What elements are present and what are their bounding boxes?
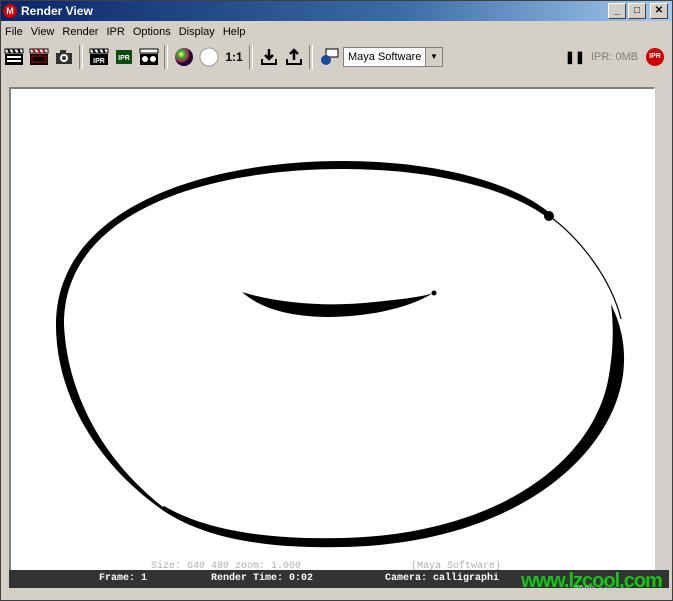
inner-end-dot [431,290,437,296]
rendered-image [56,161,625,548]
outer-ring-thin [547,214,622,320]
maya-app-icon: M [3,4,17,18]
window-title: Render View [21,4,93,18]
clapboard-icon [4,48,24,65]
chevron-down-icon: ▼ [425,48,442,66]
menu-render[interactable]: Render [58,26,102,38]
pause-icon[interactable]: ❚❚ [565,50,585,64]
renderer-value: Maya Software [348,51,422,63]
menu-bar: File View Render IPR Options Display Hel… [1,23,672,41]
render-log-button[interactable] [317,45,341,69]
ipr-clapboard-icon: IPR [89,48,109,65]
stroke-end-dot [544,211,554,221]
toolbar-separator [249,45,253,69]
log-bubble-icon [321,48,339,65]
inner-hole-stroke [242,292,433,317]
redo-render-button[interactable] [2,45,26,69]
clapboard-region-icon [29,48,49,65]
renderer-dropdown[interactable]: Maya Software ▼ [343,47,443,67]
ipr-label-2: IPR [118,55,130,62]
title-bar[interactable]: M Render View _ □ ✕ [1,1,672,21]
outer-ring-top [56,161,551,325]
menu-options[interactable]: Options [129,26,175,38]
download-arrow-icon [261,49,277,65]
menu-ipr[interactable]: IPR [102,26,128,38]
remove-image-button[interactable] [282,45,306,69]
real-size-button[interactable]: 1:1 [222,45,246,69]
render-settings-button[interactable] [137,45,161,69]
toolbar-separator [309,45,313,69]
watermark-sub: 2009.com.cn [573,585,631,596]
menu-help[interactable]: Help [219,26,250,38]
render-region-button[interactable] [27,45,51,69]
snapshot-button[interactable] [52,45,76,69]
minimize-button[interactable]: _ [608,3,626,19]
frame-number: Frame: 1 [99,573,148,584]
maximize-button[interactable]: □ [628,3,646,19]
render-view-window: M Render View _ □ ✕ File View Render IPR… [0,0,673,601]
ipr-refresh-icon: IPR [116,50,132,64]
upload-arrow-icon [286,48,302,65]
toolbar: IPR IPR 1:1 Maya Software ▼ ❚❚ IPR: 0MB … [1,42,672,72]
ipr-render-button[interactable]: IPR [87,45,111,69]
keep-image-button[interactable] [257,45,281,69]
outer-ring-right [161,304,625,548]
alpha-sphere-icon [199,47,219,67]
ratio-label: 1:1 [225,50,243,64]
refresh-ipr-button[interactable]: IPR [112,45,136,69]
render-viewport[interactable] [11,89,654,571]
menu-file[interactable]: File [1,26,27,38]
ipr-badge-icon[interactable]: IPR [646,48,664,66]
settings-film-icon [139,48,159,65]
close-button[interactable]: ✕ [650,3,668,19]
menu-display[interactable]: Display [175,26,219,38]
display-alpha-button[interactable] [197,45,221,69]
toolbar-separator [79,45,83,69]
ipr-label-1: IPR [93,58,105,65]
outer-ring-left [56,325,163,509]
menu-view[interactable]: View [27,26,59,38]
ipr-status: ❚❚ IPR: 0MB IPR [565,48,664,66]
rgb-sphere-icon [175,48,193,66]
display-rgb-button[interactable] [172,45,196,69]
camera-name: Camera: calligraphi [385,573,500,584]
camera-icon [56,50,72,64]
ipr-memory: IPR: 0MB [590,51,638,63]
render-time: Render Time: 0:02 [211,573,314,584]
toolbar-separator [164,45,168,69]
